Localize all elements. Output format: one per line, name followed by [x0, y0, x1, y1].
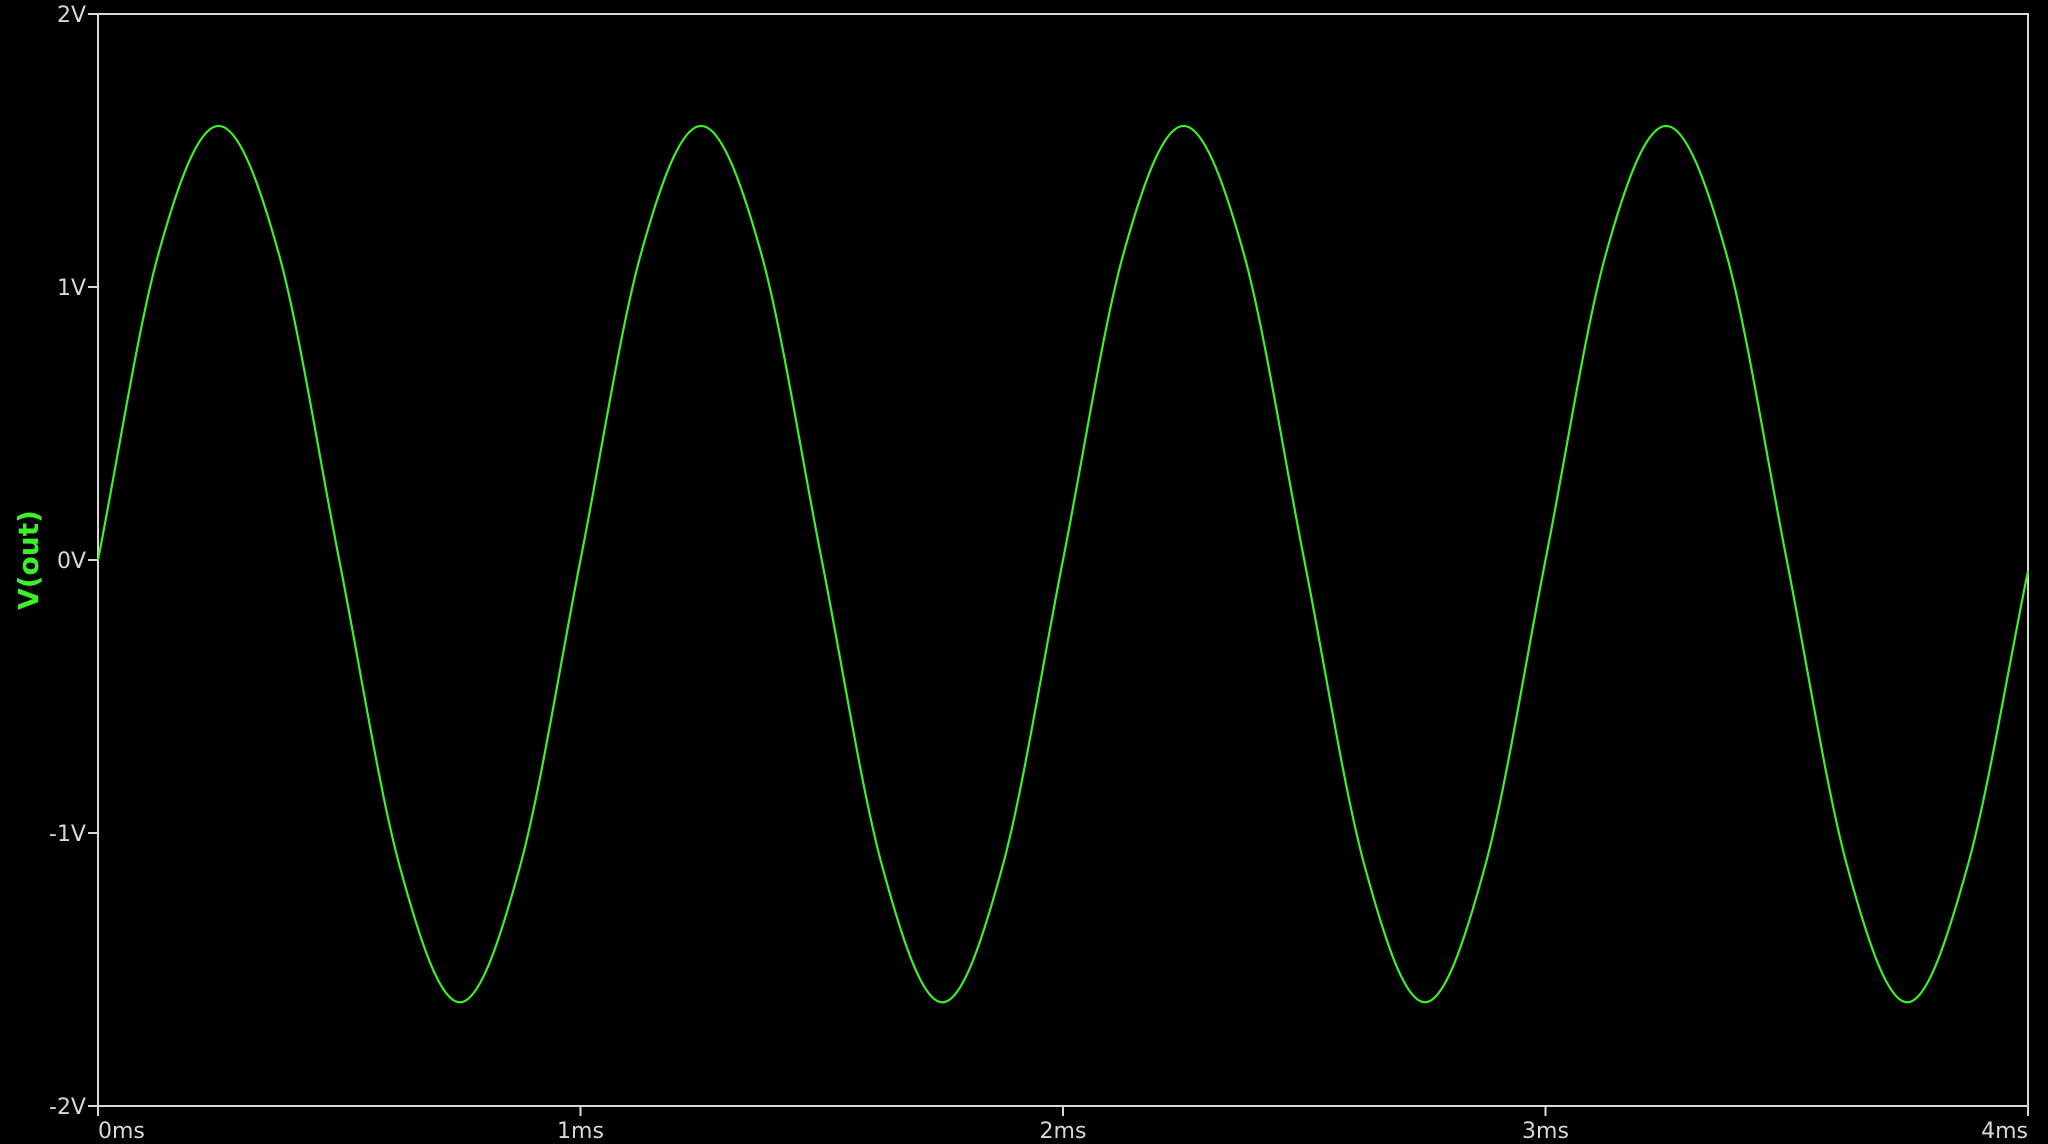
x-tick-label: 2ms: [1040, 1119, 1087, 1139]
x-tick-label: 4ms: [1981, 1119, 2028, 1139]
plot-area[interactable]: 2V 1V 0V -1V -2V 0ms 1ms 2ms 3ms 4ms V(out): [0, 0, 2048, 1144]
y-axis-ticks: 2V 1V 0V -1V -2V: [49, 3, 98, 1120]
trace-v-out[interactable]: [96, 124, 2030, 1004]
y-tick-label: 0V: [57, 549, 86, 574]
x-tick-label: 3ms: [1522, 1119, 1569, 1139]
y-tick-label: 2V: [57, 3, 86, 28]
y-tick-label: -2V: [49, 1095, 86, 1120]
y-axis-label[interactable]: V(out): [12, 510, 45, 610]
waveform-viewer: 2V 1V 0V -1V -2V 0ms 1ms 2ms 3ms 4ms V(out): [0, 0, 2048, 1144]
x-axis-ticks: 0ms 1ms 2ms 3ms 4ms: [97, 1106, 2029, 1144]
x-tick-label: 1ms: [557, 1119, 604, 1139]
x-tick-label: 0ms: [98, 1119, 145, 1139]
y-tick-label: -1V: [49, 822, 86, 847]
y-tick-label: 1V: [57, 276, 86, 301]
